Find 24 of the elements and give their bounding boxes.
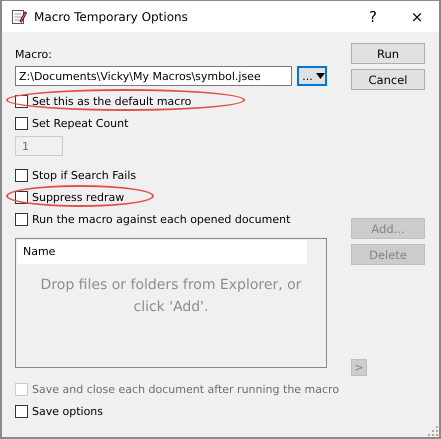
resize-grip-icon[interactable]	[428, 426, 438, 436]
notepad-icon	[11, 8, 27, 24]
dialog-button[interactable]: Cancel	[351, 69, 425, 90]
checkbox-label[interactable]: Save options	[32, 404, 104, 418]
caret-icon[interactable]	[316, 73, 325, 79]
dialog-button[interactable]: Run	[351, 43, 425, 64]
browse-button[interactable]: ...	[297, 66, 327, 86]
checkbox-label[interactable]: Set Repeat Count	[32, 116, 128, 130]
macro-label: Macro:	[15, 48, 53, 62]
empty-list-message: Drop files or folders from Explorer, or click 'Add'.	[40, 276, 302, 317]
checkbox-label[interactable]: Suppress redraw	[32, 190, 124, 204]
checkbox[interactable]	[15, 168, 28, 182]
file-list[interactable]: Name Drop files or folders from Explorer, or click 'Add'.	[15, 238, 327, 368]
close-button[interactable]: ×	[395, 2, 439, 32]
name-column-header[interactable]: Name	[17, 240, 307, 264]
checkbox-label[interactable]: Stop if Search Fails	[32, 168, 136, 182]
checkbox-label[interactable]: Run the macro against each opened document	[32, 212, 290, 226]
checkbox[interactable]	[15, 404, 28, 418]
help-button[interactable]: ?	[351, 2, 395, 32]
checkbox[interactable]	[15, 116, 28, 130]
checkbox-label[interactable]: Set this as the default macro	[32, 94, 192, 108]
macro-path-field[interactable]: Z:\Documents\Vicky\My Macros\symbol.jsee	[15, 66, 292, 86]
checkbox[interactable]	[15, 212, 28, 226]
window-title: Macro Temporary Options	[34, 10, 189, 24]
